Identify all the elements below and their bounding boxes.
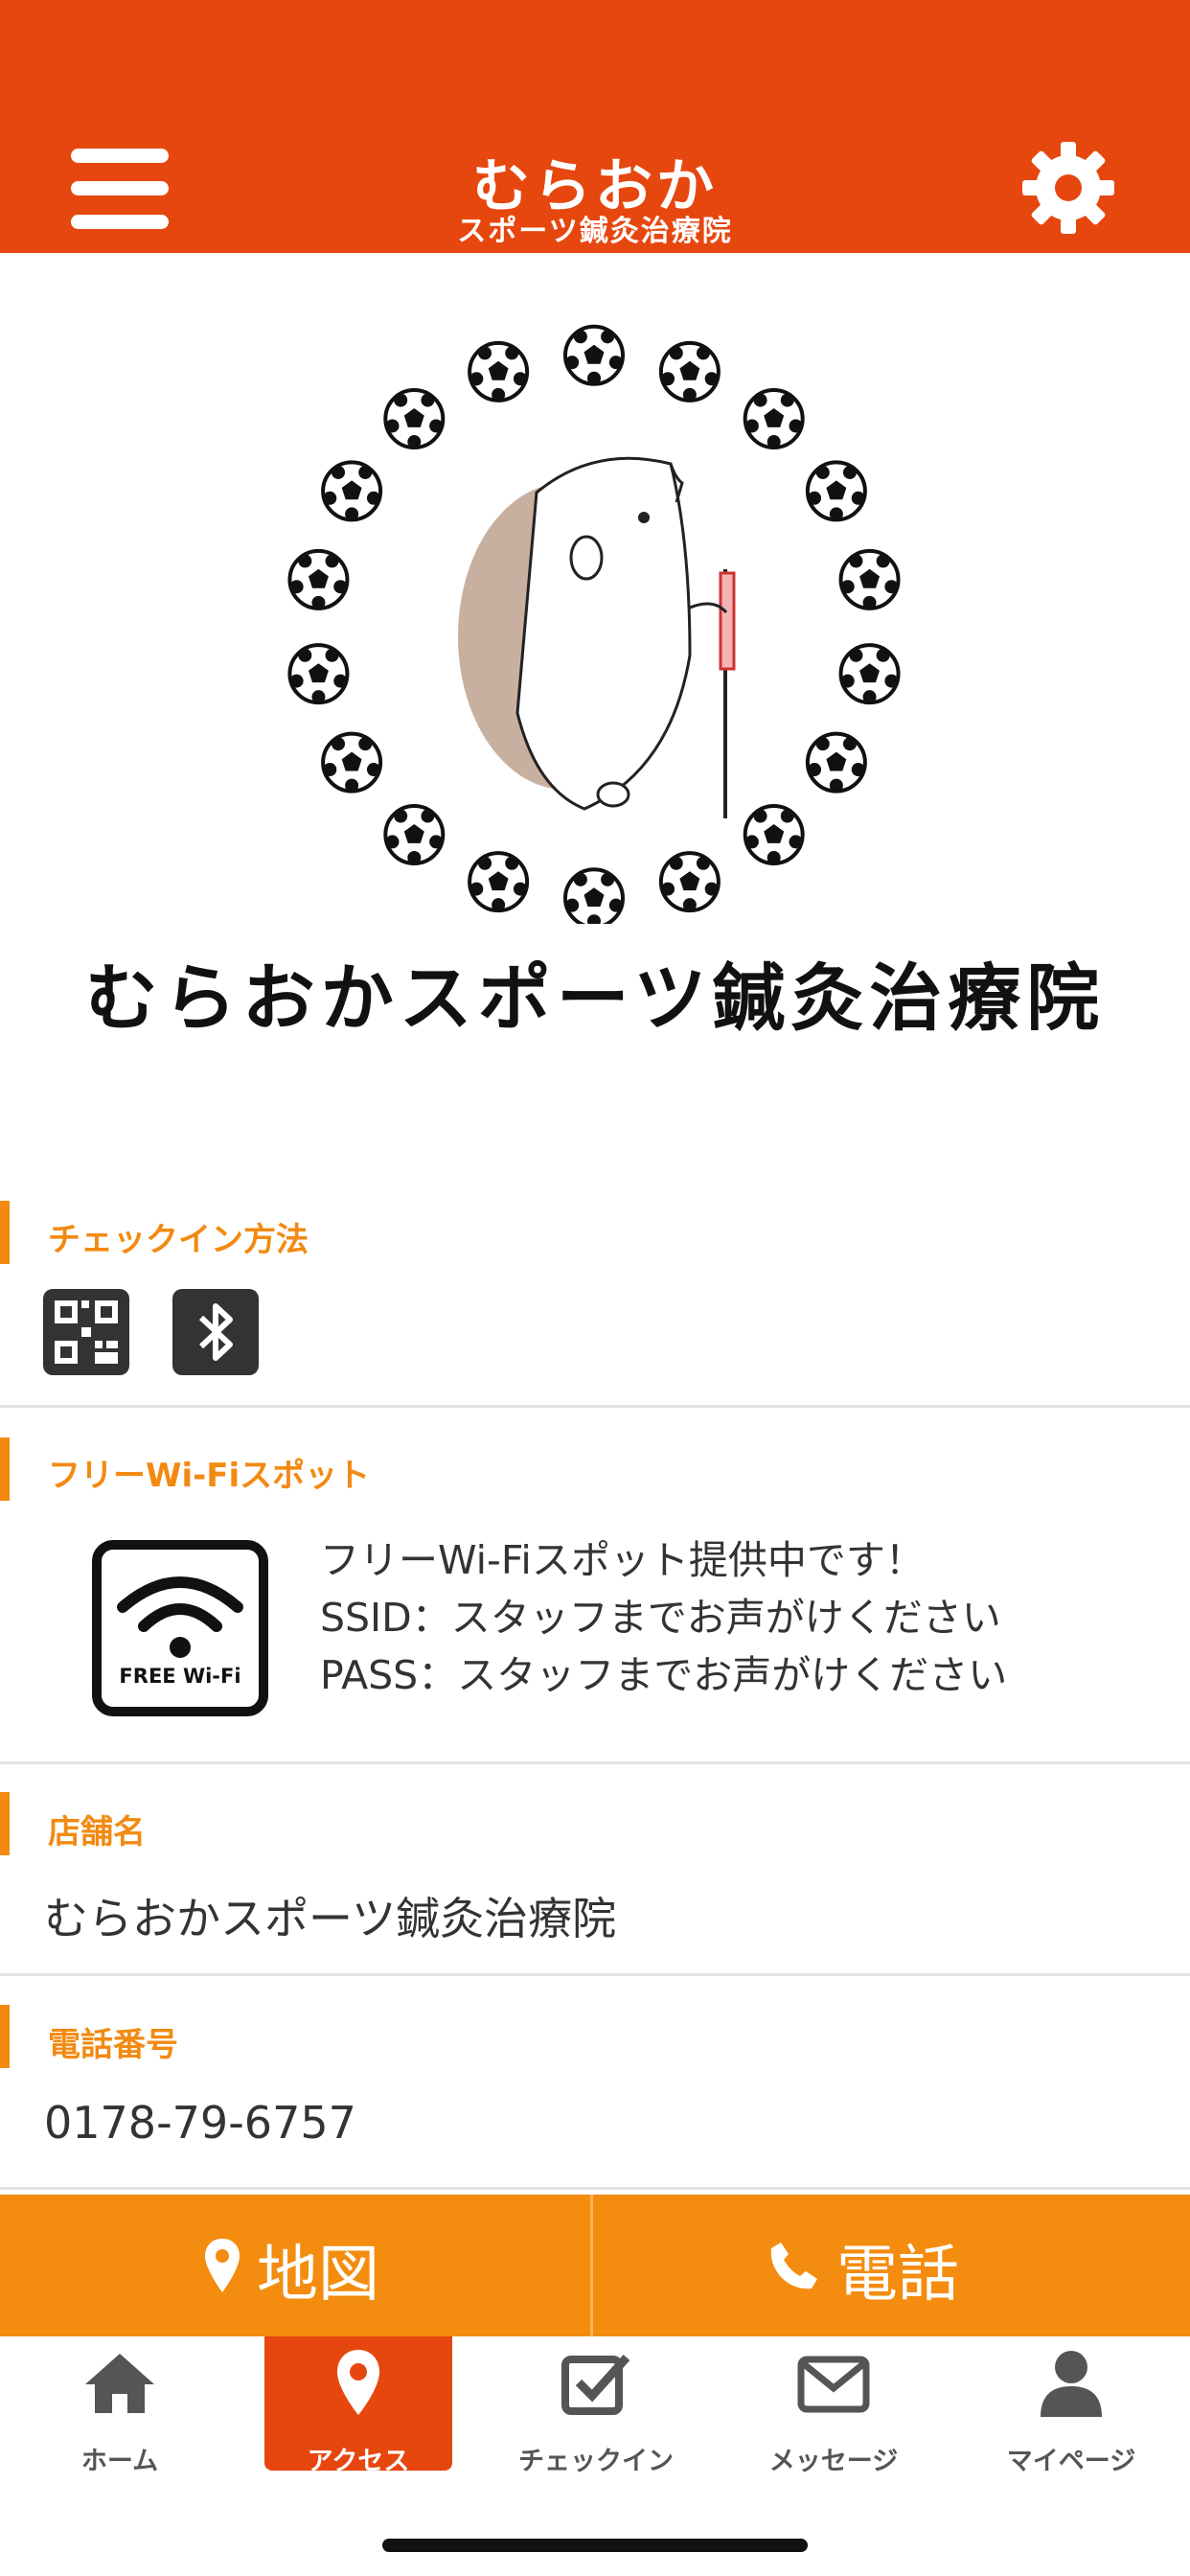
phone-number[interactable]: 0178-79-6757 — [44, 2097, 356, 2149]
tab-checkin-label: チェックイン — [518, 2447, 674, 2476]
tab-message[interactable]: メッセージ — [740, 2336, 927, 2476]
soccer-ball-icon — [563, 867, 625, 924]
settings-button[interactable] — [1020, 140, 1116, 236]
tab-checkin[interactable]: チェックイン — [502, 2336, 690, 2476]
map-pin-icon — [337, 2350, 379, 2415]
free-wifi-label: FREE Wi-Fi — [119, 1665, 241, 1688]
phone-icon — [770, 2242, 817, 2289]
action-button-bar: 地図 電話 — [0, 2195, 1190, 2336]
checkin-section-title: チェックイン方法 — [48, 1221, 309, 1259]
map-button-label: 地図 — [257, 2240, 379, 2311]
home-icon — [85, 2354, 154, 2413]
tab-home-label: ホーム — [80, 2447, 159, 2476]
soccer-ball-icon — [383, 803, 446, 865]
wifi-icon — [117, 1576, 243, 1658]
logo-title-line2: スポーツ鍼灸治療院 — [457, 215, 733, 248]
soccer-ball-icon — [321, 460, 383, 522]
clinic-logo-text: むらおかスポーツ鍼灸治療院 — [84, 955, 1106, 1041]
tab-access-label: アクセス — [307, 2447, 410, 2476]
person-icon — [1041, 2351, 1102, 2417]
call-button[interactable]: 電話 — [593, 2195, 1190, 2336]
bluetooth-button — [172, 1289, 259, 1375]
gear-icon — [1022, 142, 1114, 234]
wifi-section-title: フリーWi-Fiスポット — [48, 1457, 371, 1495]
wifi-ssid-line: SSID：スタッフまでお声がけください — [320, 1595, 1001, 1641]
tab-access[interactable]: アクセス — [264, 2336, 452, 2476]
free-wifi-badge: FREE Wi-Fi — [92, 1540, 268, 1716]
divider — [0, 2187, 1190, 2190]
soccer-ball-icon — [658, 851, 721, 913]
soccer-ball-icon — [658, 340, 721, 402]
map-pin-icon — [205, 2239, 240, 2292]
store-name: むらおかスポーツ鍼灸治療院 — [44, 1893, 617, 1944]
bluetooth-icon — [198, 1303, 233, 1361]
envelope-icon — [797, 2356, 870, 2413]
map-button[interactable]: 地図 — [0, 2195, 590, 2336]
soccer-ball-icon — [838, 643, 901, 705]
qr-code-icon — [55, 1300, 118, 1364]
soccer-ball-icon — [805, 731, 867, 794]
phone-section-title: 電話番号 — [48, 2026, 178, 2064]
clinic-logo-illustration: むらおかスポーツ鍼灸治療院 — [0, 253, 1190, 1116]
soccer-ball-icon — [321, 731, 383, 794]
section-accent-bar — [0, 1438, 10, 1501]
call-button-label: 電話 — [836, 2240, 959, 2311]
qr-code-button — [43, 1289, 129, 1375]
section-accent-bar — [0, 2005, 10, 2068]
soccer-ball-icon — [743, 803, 805, 865]
tab-mypage[interactable]: マイページ — [977, 2336, 1165, 2476]
section-accent-bar — [0, 1792, 10, 1855]
divider — [0, 1973, 1190, 1976]
wifi-pass-line: PASS：スタッフまでお声がけください — [320, 1652, 1008, 1698]
hedgehog-illustration — [287, 324, 901, 924]
soccer-ball-icon — [468, 340, 530, 402]
soccer-ball-icon — [468, 851, 530, 913]
tab-message-label: メッセージ — [768, 2447, 899, 2476]
divider — [0, 1405, 1190, 1408]
soccer-ball-icon — [287, 548, 350, 610]
soccer-ball-icon — [563, 324, 625, 386]
soccer-ball-icon — [743, 388, 805, 450]
soccer-ball-icon — [838, 548, 901, 610]
tab-mypage-label: マイページ — [1006, 2447, 1136, 2476]
store-section-title: 店舗名 — [48, 1813, 146, 1852]
tab-home[interactable]: ホーム — [26, 2336, 214, 2476]
soccer-ball-icon — [287, 643, 350, 705]
wifi-info-line: フリーWi-Fiスポット提供中です！ — [320, 1537, 925, 1583]
soccer-ball-icon — [383, 388, 446, 450]
checkbox-icon — [561, 2354, 630, 2415]
section-accent-bar — [0, 1201, 10, 1264]
app-header: むらおか スポーツ鍼灸治療院 — [0, 0, 1190, 253]
soccer-ball-icon — [805, 460, 867, 522]
home-indicator[interactable] — [382, 2539, 808, 2552]
divider — [0, 1761, 1190, 1764]
